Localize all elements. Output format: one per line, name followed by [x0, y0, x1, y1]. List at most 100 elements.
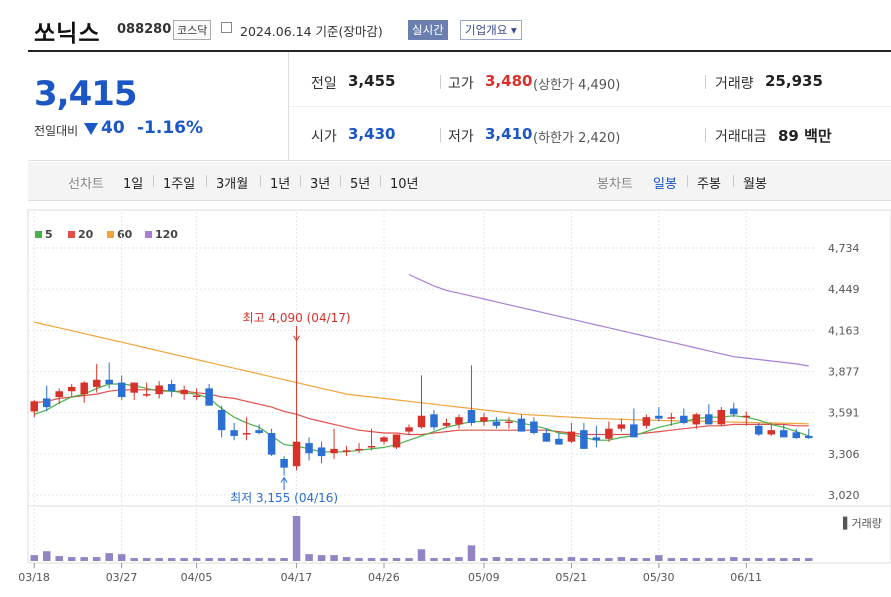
volume-bar [242, 558, 251, 561]
candle-body [480, 417, 488, 422]
volume-bar [505, 558, 513, 561]
candle-body [167, 384, 176, 392]
candle-body [780, 430, 788, 438]
candle-body [705, 414, 713, 425]
candle-body [217, 409, 226, 431]
candle-body [617, 424, 626, 429]
candle-body [630, 424, 638, 438]
volume-bar [392, 558, 401, 561]
volume-bar [792, 558, 801, 561]
candle-body [280, 458, 288, 468]
volume-bar [367, 558, 376, 561]
volume-bar [542, 558, 551, 561]
candle-body [392, 434, 401, 448]
volume-bar [667, 558, 676, 561]
volume-bar [255, 558, 263, 561]
volume-bar [92, 557, 101, 561]
volume-bar [67, 557, 76, 561]
candle-body [767, 430, 776, 435]
candle-body [142, 394, 151, 396]
volume-bar [192, 558, 201, 561]
volume-bar [580, 558, 588, 561]
volume-bar [492, 557, 501, 561]
y-tick-label: 3,591 [828, 407, 860, 420]
candle-body [230, 430, 238, 436]
candle-body [42, 398, 51, 408]
volume-bar [455, 557, 463, 561]
candle-body [655, 415, 663, 419]
volume-bar [42, 551, 51, 561]
candle-body [117, 382, 126, 398]
candle-body [517, 418, 526, 432]
high-annotation-label: 최고 4,090 (04/17) [243, 311, 351, 325]
volume-bar [530, 558, 538, 561]
x-tick-label: 05/21 [555, 571, 587, 584]
volume-bar [417, 549, 426, 561]
x-tick-label: 05/09 [468, 571, 500, 584]
candle-body [105, 379, 113, 385]
y-tick-label: 4,449 [828, 283, 860, 296]
volume-bar [480, 558, 488, 561]
volume-bar [355, 558, 363, 561]
volume-bar [730, 557, 738, 561]
candle-body [530, 421, 538, 434]
candle-body [605, 428, 613, 439]
candle-body [805, 435, 813, 439]
volume-bar [680, 558, 688, 561]
volume-bar [467, 545, 476, 561]
candle-body [292, 441, 301, 467]
x-tick-label: 05/30 [643, 571, 675, 584]
candle-body [342, 450, 351, 452]
candle-body [567, 431, 576, 442]
candle-body [755, 425, 763, 435]
candlestick-chart: 4,734 4,449 4,163 3,877 3,591 3,306 3,020 03/18… [18, 209, 891, 584]
volume-bar [517, 558, 526, 561]
candle-body [30, 401, 38, 412]
volume-frame [27, 505, 891, 564]
volume-bar [342, 557, 351, 561]
volume-bar [742, 558, 751, 561]
volume-bar [617, 557, 626, 561]
volume-bar [755, 558, 763, 561]
volume-label: ▌거래량 [842, 516, 882, 530]
candle-body [255, 430, 263, 434]
volume-bar [405, 558, 413, 561]
candle-body [455, 417, 463, 425]
candle-body [580, 430, 588, 449]
candle-body [505, 421, 513, 424]
candle-body [317, 447, 326, 457]
candle-body [405, 427, 413, 432]
volume-bar [55, 556, 63, 561]
ma120-line [408, 273, 809, 367]
volume-bar [555, 558, 563, 561]
x-tick-label: 04/17 [281, 571, 313, 584]
candle-body [730, 408, 738, 415]
candle-body [542, 433, 551, 442]
candle-body [180, 389, 188, 395]
candle-body [330, 448, 338, 454]
candle-body [355, 448, 363, 451]
volume-bar [205, 558, 213, 561]
volume-bar [605, 558, 613, 561]
candle-body [742, 415, 751, 418]
candle-body [692, 414, 701, 425]
candle-body [417, 415, 426, 428]
candle-body [792, 432, 801, 439]
candle-body [592, 437, 601, 441]
volume-bar [230, 558, 238, 561]
volume-bar [180, 558, 188, 561]
candle-body [667, 417, 676, 419]
volume-bar [217, 558, 226, 561]
volume-bar [705, 558, 713, 561]
candle-body [717, 409, 726, 425]
volume-bar [717, 558, 726, 561]
volume-bar [30, 555, 38, 561]
volume-bar [142, 558, 151, 561]
candle-body [92, 379, 101, 387]
candle-body [367, 446, 376, 448]
candle-body [305, 443, 313, 454]
chart-frame [27, 209, 891, 507]
candle-body [467, 409, 476, 423]
volume-bar [117, 554, 126, 561]
candle-body [267, 433, 276, 455]
